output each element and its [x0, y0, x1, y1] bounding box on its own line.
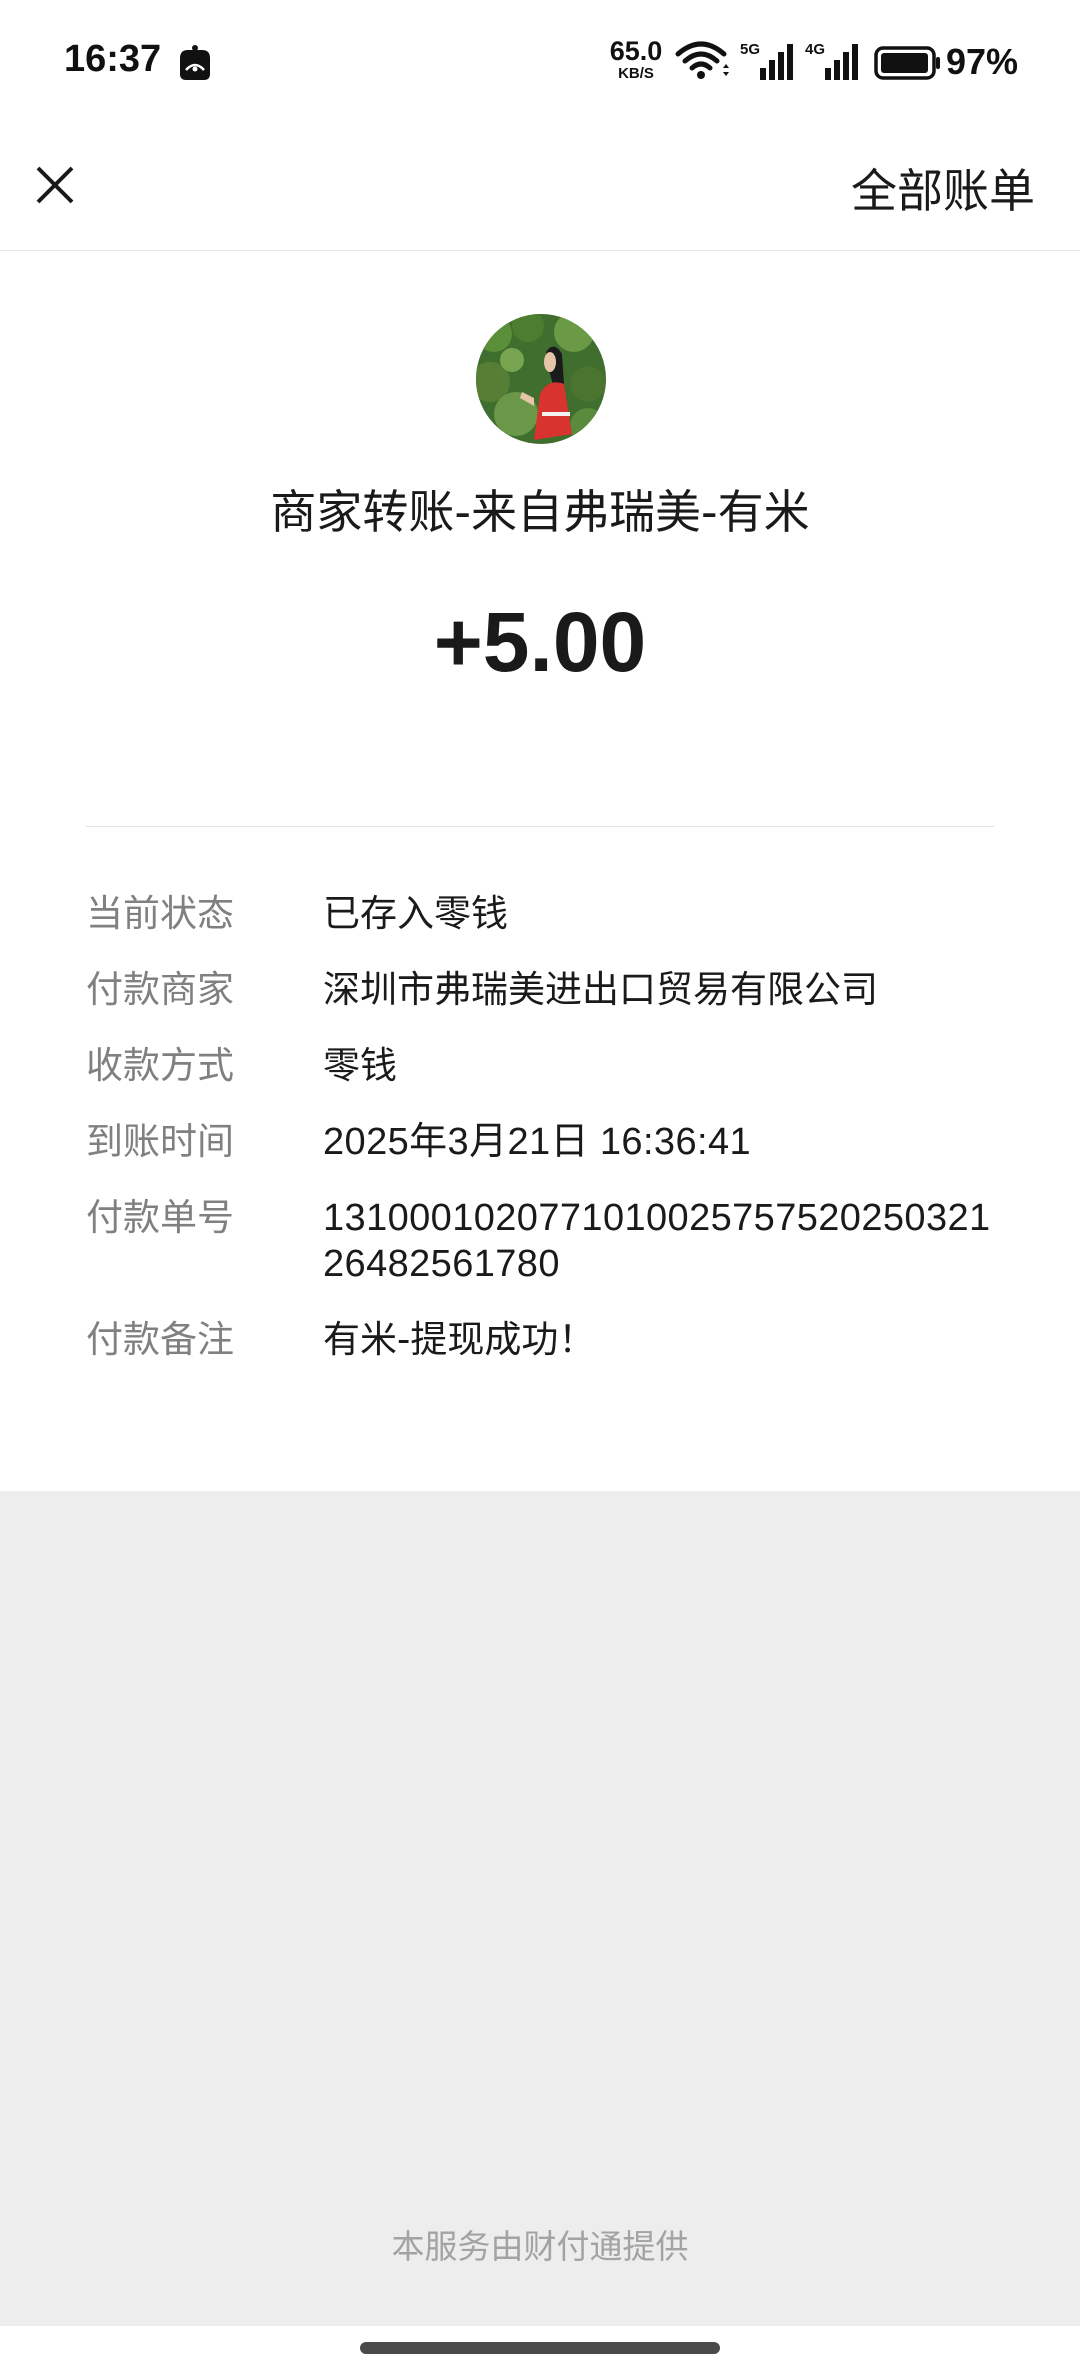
detail-value: 已存入零钱: [323, 892, 508, 935]
signal-5g-label: 5G: [740, 41, 760, 58]
network-speed-value: 65.0: [609, 36, 663, 66]
battery-icon: [874, 46, 942, 84]
detail-row-method: 收款方式 零钱: [86, 1043, 1006, 1089]
detail-label: 付款单号: [86, 1196, 234, 1239]
detail-label: 付款商家: [86, 968, 234, 1011]
status-bar: 16:37 65.0 KB/S 5G 4G 97%: [0, 0, 1080, 125]
detail-value: 有米-提现成功！: [323, 1318, 596, 1361]
status-time: 16:37: [64, 38, 162, 80]
merchant-avatar: [476, 314, 606, 444]
detail-label: 当前状态: [86, 892, 234, 935]
notification-app-icon: [176, 44, 214, 86]
provider-note: 本服务由财付通提供: [391, 2227, 689, 2266]
divider: [86, 826, 994, 827]
signal-5g-icon: 5G: [740, 40, 796, 88]
detail-list: 当前状态 已存入零钱 付款商家 深圳市弗瑞美进出口贸易有限公司 收款方式 零钱 …: [86, 891, 1006, 1393]
order-number-value[interactable]: 1310001020771010025757520250321264825617…: [323, 1195, 1006, 1287]
nav-bar: 全部账单: [0, 125, 1080, 251]
network-speed: 65.0 KB/S: [604, 36, 668, 82]
close-icon[interactable]: [30, 160, 80, 210]
home-indicator[interactable]: [360, 2342, 720, 2354]
detail-value: 2025年3月21日 16:36:41: [323, 1121, 752, 1163]
detail-row-merchant: 付款商家 深圳市弗瑞美进出口贸易有限公司: [86, 967, 1006, 1013]
detail-value: 深圳市弗瑞美进出口贸易有限公司: [323, 968, 878, 1011]
network-speed-unit: KB/S: [618, 65, 654, 82]
detail-value: 零钱: [323, 1044, 397, 1087]
detail-row-order-number: 付款单号 13100010207710100257575202503212648…: [86, 1195, 1006, 1287]
signal-4g-icon: 4G: [805, 40, 861, 88]
payer-title: 商家转账-来自弗瑞美-有米: [270, 485, 810, 539]
all-bills-link[interactable]: 全部账单: [851, 155, 1035, 221]
detail-row-status: 当前状态 已存入零钱: [86, 891, 1006, 937]
detail-label: 收款方式: [86, 1044, 234, 1087]
amount: +5.00: [433, 595, 647, 689]
detail-label: 到账时间: [86, 1120, 234, 1163]
detail-row-remark: 付款备注 有米-提现成功！: [86, 1317, 1006, 1363]
payment-detail-card: 商家转账-来自弗瑞美-有米 +5.00 当前状态 已存入零钱 付款商家 深圳市弗…: [0, 251, 1080, 1491]
wifi-icon: [674, 40, 730, 88]
detail-row-time: 到账时间 2025年3月21日 16:36:41: [86, 1119, 1006, 1165]
battery-percentage: 97%: [946, 41, 1019, 82]
signal-4g-label: 4G: [805, 41, 825, 58]
detail-label: 付款备注: [86, 1318, 234, 1361]
